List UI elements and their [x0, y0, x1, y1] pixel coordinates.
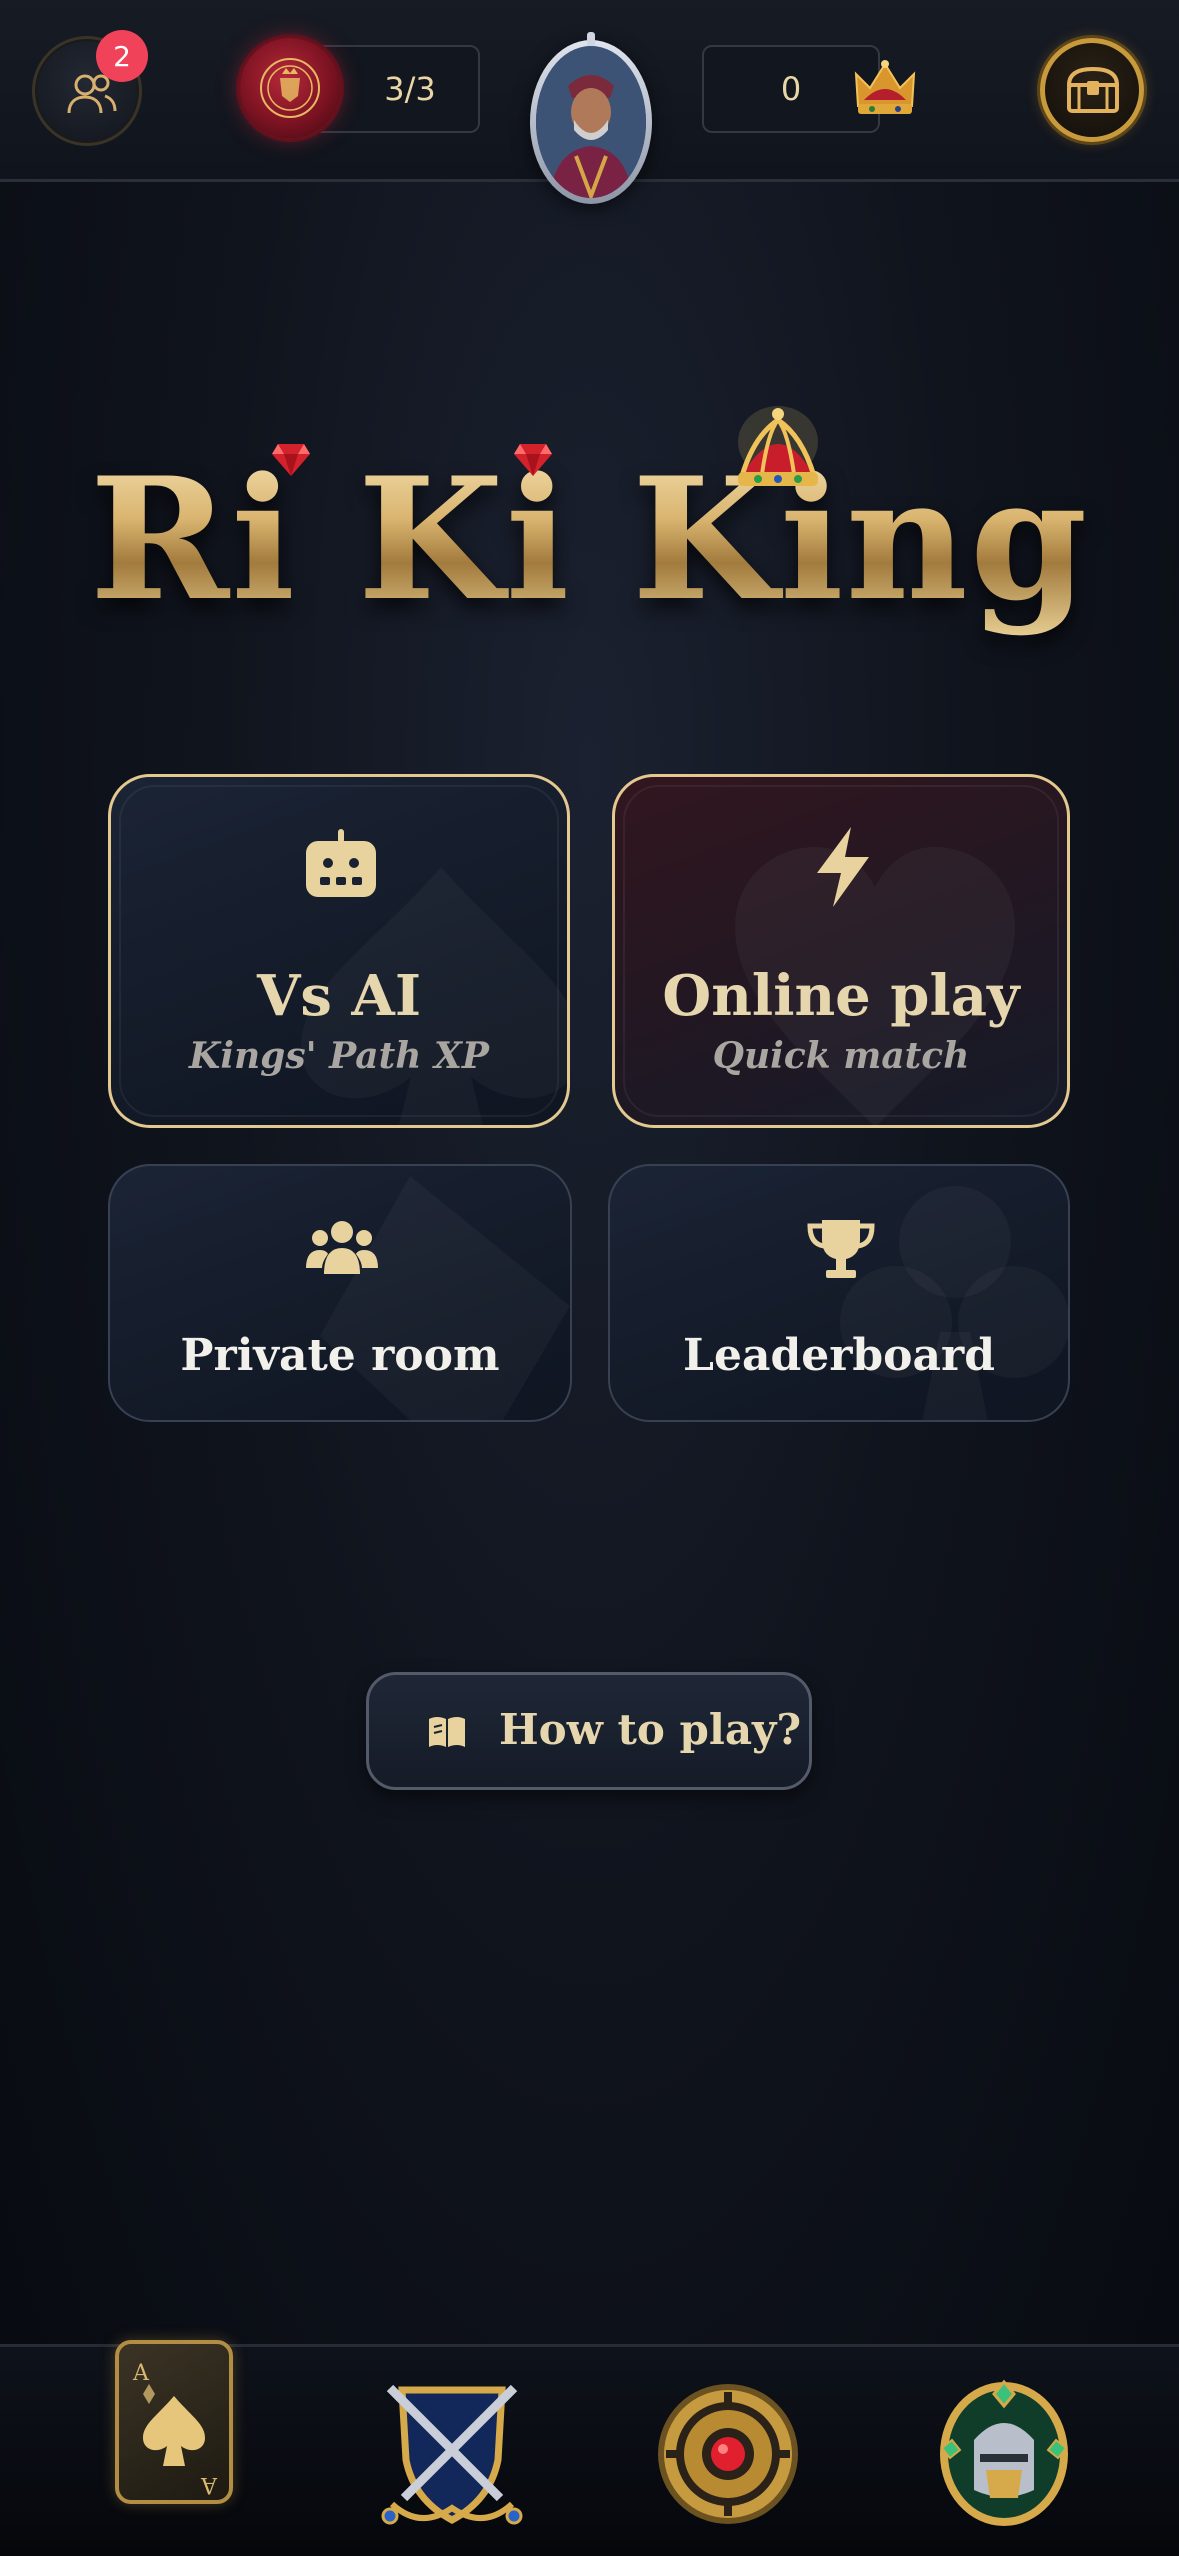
trophy-icon	[807, 1220, 875, 1278]
online-play-title: Online play	[662, 963, 1020, 1029]
how-to-play-label: How to play?	[499, 1705, 802, 1754]
leaderboard-title: Leaderboard	[683, 1330, 995, 1381]
svg-text:A: A	[132, 2361, 150, 2386]
knight-helmet-icon[interactable]	[930, 2370, 1078, 2530]
gear-gem-icon[interactable]	[654, 2380, 802, 2528]
vs-ai-title: Vs AI	[256, 963, 422, 1029]
crown-icon	[738, 406, 818, 486]
online-play-subtitle: Quick match	[712, 1035, 970, 1077]
treasure-chest-icon	[1066, 66, 1120, 113]
book-icon	[429, 1717, 465, 1747]
crown-icon	[854, 60, 916, 114]
vs-ai-subtitle: Kings' Path XP	[189, 1035, 489, 1077]
group-icon	[306, 1221, 378, 1274]
notification-badge: 2	[96, 30, 148, 82]
king-portrait	[536, 46, 646, 198]
leaderboard-card[interactable]: Leaderboard	[608, 1164, 1070, 1422]
player-avatar[interactable]	[530, 32, 652, 204]
ace-of-spades-icon: A A	[132, 2361, 218, 2497]
online-play-card[interactable]: Online play Quick match	[612, 774, 1070, 1128]
game-logo: Ri Ki King	[0, 380, 1179, 680]
nav-cards-tab[interactable]: A A	[115, 2340, 233, 2504]
logo-title: Ri Ki King	[0, 440, 1179, 638]
vs-ai-card[interactable]: Vs AI Kings' Path XP	[108, 774, 570, 1128]
diamond-watermark-icon	[320, 1176, 572, 1422]
top-bar: 2 3/3 0	[0, 0, 1179, 204]
ruby-gem-icon	[514, 444, 552, 476]
robot-icon	[306, 829, 376, 897]
crossed-swords-shield-icon[interactable]	[380, 2380, 524, 2530]
svg-text:A: A	[200, 2472, 218, 2497]
private-room-title: Private room	[180, 1330, 500, 1381]
royal-seal-icon[interactable]	[240, 38, 340, 138]
ruby-gem-icon	[272, 444, 310, 476]
treasure-chest-button[interactable]	[1040, 38, 1144, 142]
private-room-card[interactable]: Private room	[108, 1164, 572, 1422]
lightning-icon	[817, 827, 869, 907]
how-to-play-button[interactable]: How to play?	[366, 1672, 812, 1790]
